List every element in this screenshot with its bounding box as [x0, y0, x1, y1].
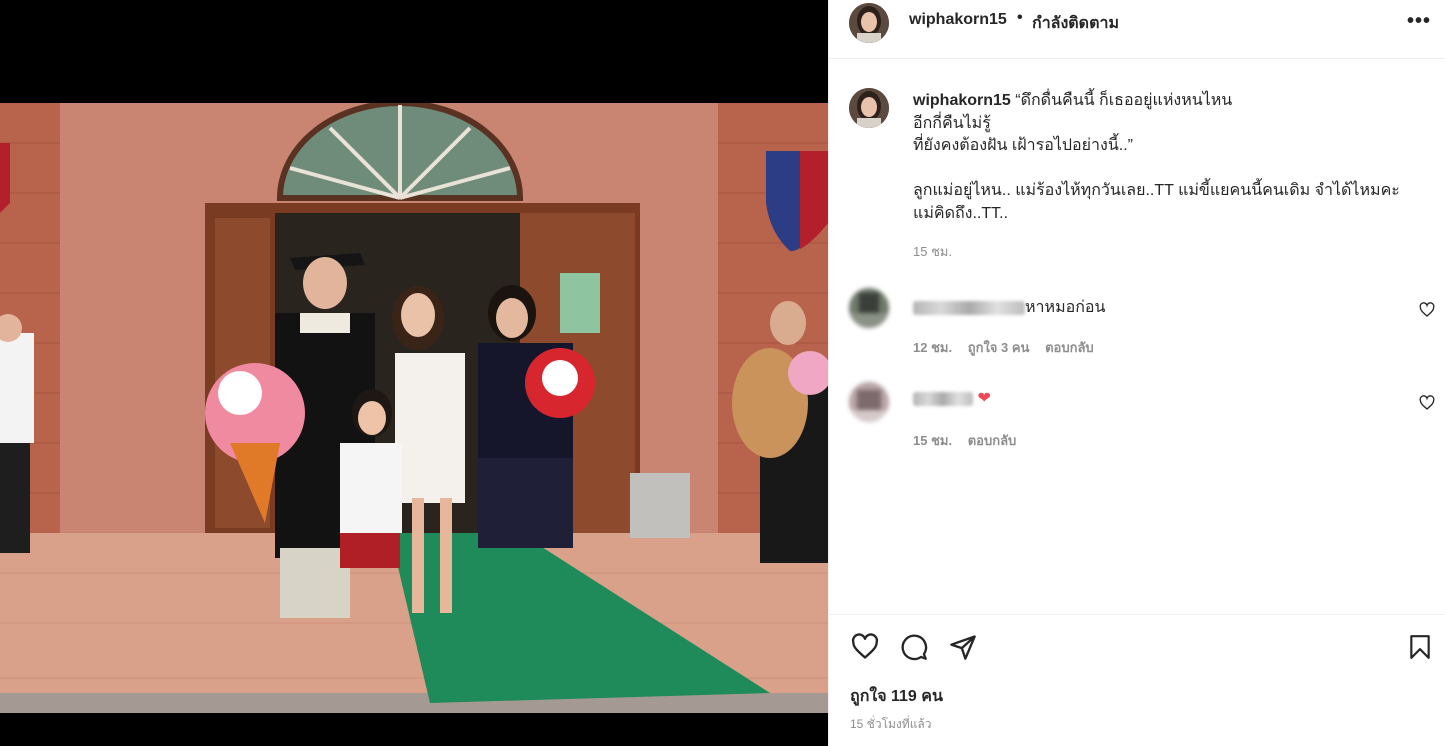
- comment-meta: 12 ชม. ถูกใจ 3 คน ตอบกลับ: [913, 337, 1106, 358]
- post-media[interactable]: [0, 0, 828, 746]
- header-separator: •: [1017, 9, 1023, 26]
- graduation-photo: [0, 103, 828, 713]
- comment-like-heart-icon[interactable]: [1419, 302, 1435, 318]
- header-username[interactable]: wiphakorn15: [909, 11, 1007, 29]
- comment-like-heart-icon[interactable]: [1419, 395, 1435, 411]
- comment-text: หาหมอก่อน: [1025, 299, 1106, 316]
- caption-line-5: แม่คิดถึง..TT..: [913, 204, 1009, 222]
- comment-likes[interactable]: ถูกใจ 3 คน: [968, 340, 1030, 355]
- caption-time: 15 ชม.: [913, 244, 953, 259]
- save-bookmark-icon[interactable]: [1407, 633, 1433, 661]
- following-button[interactable]: กำลังติดตาม: [1032, 11, 1119, 36]
- blurred-avatar-icon: [849, 288, 889, 328]
- avatar[interactable]: [849, 3, 889, 43]
- blurred-avatar-icon: [849, 382, 889, 422]
- posted-time: 15 ชั่วโมงที่แล้ว: [850, 717, 932, 731]
- share-send-icon[interactable]: [949, 633, 977, 661]
- comment-icon[interactable]: [900, 633, 928, 661]
- caption-line-1: “ดึกดื่นคืนนี้ ก็เธออยู่แห่งหนไหน: [1015, 92, 1233, 109]
- profile-photo-icon: [849, 88, 889, 128]
- reply-button[interactable]: ตอบกลับ: [1045, 340, 1094, 355]
- more-options-icon[interactable]: •••: [1407, 10, 1431, 33]
- like-heart-icon[interactable]: [850, 633, 880, 661]
- caption-username[interactable]: wiphakorn15: [913, 92, 1011, 109]
- post-header: wiphakorn15 • กำลังติดตาม •••: [829, 0, 1445, 59]
- post-photo[interactable]: [0, 103, 828, 713]
- reply-button[interactable]: ตอบกลับ: [968, 433, 1017, 448]
- caption-avatar[interactable]: [849, 88, 889, 128]
- post-detail-panel: wiphakorn15 • กำลังติดตาม ••• wiphakorn1…: [828, 0, 1445, 746]
- comment-meta: 15 ชม. ตอบกลับ: [913, 430, 1028, 451]
- caption-line-4: ลูกแม่อยู่ไหน.. แม่ร้องไห้ทุกวันเลย..TT …: [913, 182, 1400, 199]
- profile-photo-icon: [849, 3, 889, 43]
- commenter-avatar[interactable]: [849, 382, 889, 422]
- commenter-username-blurred[interactable]: [913, 391, 973, 406]
- comment-time: 15 ชม.: [913, 433, 953, 448]
- commenter-username-blurred[interactable]: [913, 300, 1025, 315]
- post-caption: wiphakorn15 “ดึกดื่นคืนนี้ ก็เธออยู่แห่ง…: [913, 90, 1433, 264]
- caption-line-2: อีกกี่คืนไม่รู้: [913, 114, 991, 132]
- commenter-avatar[interactable]: [849, 288, 889, 328]
- likes-count[interactable]: ถูกใจ 119 คน: [850, 684, 943, 709]
- comment-time: 12 ชม.: [913, 340, 953, 355]
- comment-heart-emoji: ❤: [977, 390, 991, 407]
- caption-line-3: ที่ยังคงต้องฝัน เฝ้ารอไปอย่างนี้..”: [913, 137, 1133, 154]
